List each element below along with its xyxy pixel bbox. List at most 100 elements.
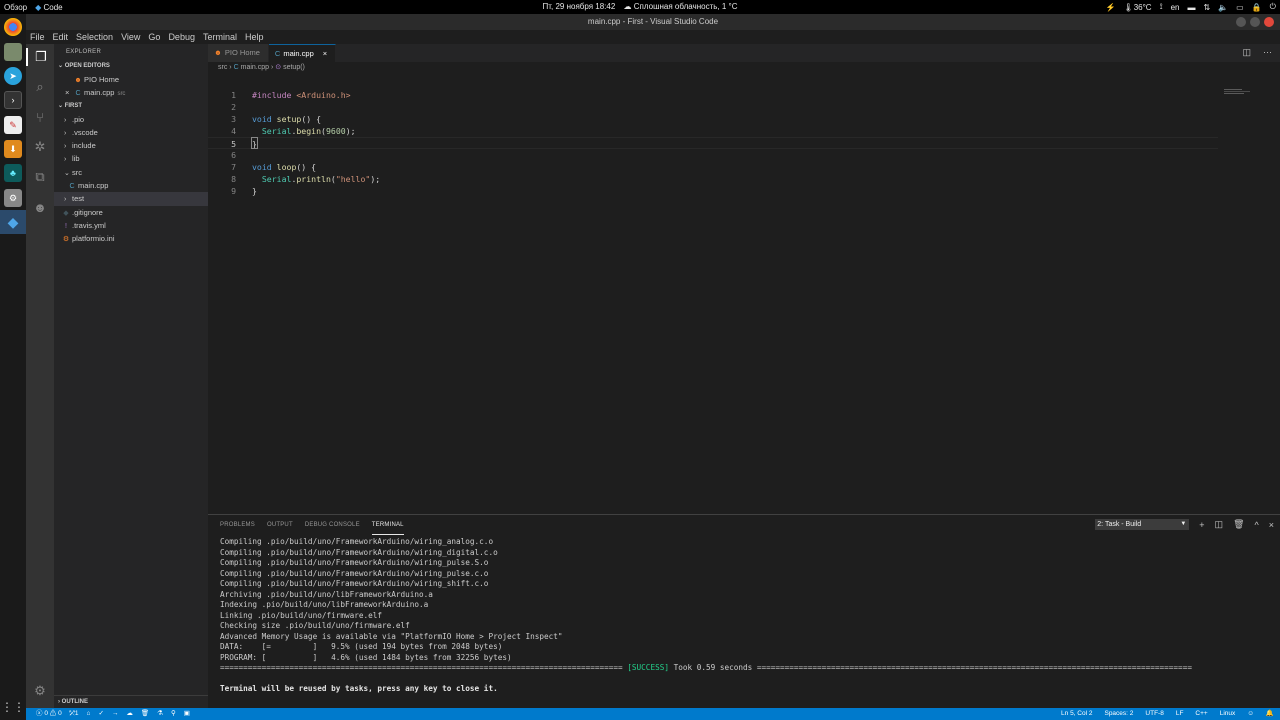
network-icon[interactable]: ⇅ <box>1203 3 1210 12</box>
battery-icon[interactable]: ▭ <box>1236 3 1244 12</box>
telegram-icon[interactable]: ➤ <box>4 67 22 85</box>
trash-icon[interactable]: 🗑 <box>1233 519 1244 530</box>
tree-item-main-cpp[interactable]: Cmain.cpp <box>54 179 208 192</box>
tree-item-vscode[interactable]: › .vscode <box>54 126 208 139</box>
breadcrumb-file[interactable]: main.cpp <box>241 64 269 71</box>
code-line: 7 void loop() { <box>208 161 1218 173</box>
new-terminal-icon[interactable]: + <box>1199 520 1204 530</box>
project-header[interactable]: ⌄ FIRST <box>54 100 208 113</box>
downloads-icon[interactable]: ⬇ <box>4 140 22 158</box>
settings-gear-icon[interactable]: ⚙ <box>31 682 49 700</box>
text-editor-icon[interactable]: ✎ <box>4 116 22 134</box>
bell-icon[interactable]: 🔔 <box>1266 708 1274 720</box>
tab-problems[interactable]: PROBLEMS <box>220 515 255 535</box>
tab-terminal[interactable]: TERMINAL <box>371 515 404 535</box>
code-editor[interactable]: 1 #include <Arduino.h> 2 3 void setup() { … <box>208 89 1218 197</box>
vscode-dock-icon[interactable]: ◆ <box>0 210 26 234</box>
tree-item-src[interactable]: ⌄ src <box>54 166 208 179</box>
terminal-select[interactable]: 2: Task - Build ▼ <box>1095 519 1190 530</box>
keyboard-layout[interactable]: en <box>1171 3 1180 12</box>
pio-remote-icon[interactable]: ☁ <box>126 708 133 720</box>
open-editor-item[interactable]: × Cmain.cpp src <box>54 86 208 99</box>
pio-clean-icon[interactable]: 🗑 <box>141 708 149 720</box>
maximize-panel-icon[interactable]: ^ <box>1255 520 1259 530</box>
menu-edit[interactable]: Edit <box>53 30 69 44</box>
tree-item-label: main.cpp <box>78 181 109 191</box>
app-menu[interactable]: ◆ Code <box>35 3 63 12</box>
tree-item-gitignore[interactable]: ◆ .gitignore <box>54 206 208 219</box>
menu-debug[interactable]: Debug <box>168 30 195 44</box>
minimap[interactable] <box>1224 89 1264 99</box>
power-icon[interactable]: ⏻ <box>1270 2 1276 12</box>
menu-file[interactable]: File <box>30 30 45 44</box>
minimize-button[interactable] <box>1236 17 1246 27</box>
more-actions-icon[interactable]: ··· <box>1263 47 1272 58</box>
weather-text[interactable]: Сплошная облачность, 1 °C <box>634 2 738 11</box>
explorer-icon[interactable]: ❐ <box>26 48 54 66</box>
pio-serial-monitor-icon[interactable]: ⚲ <box>171 708 176 720</box>
lock-icon[interactable]: 🔒 <box>1252 3 1262 12</box>
close-icon[interactable]: × <box>65 86 74 99</box>
software-icon[interactable]: ⚙ <box>4 189 22 207</box>
indentation[interactable]: Spaces: 2 <box>1104 708 1133 720</box>
volume-icon[interactable]: 🔈 <box>1218 3 1228 12</box>
open-editors-header[interactable]: ⌄ OPEN EDITORS <box>54 60 208 73</box>
tab-main-cpp[interactable]: Cmain.cpp × <box>268 44 337 63</box>
line-ending[interactable]: LF <box>1176 708 1184 720</box>
tab-debug-console[interactable]: DEBUG CONSOLE <box>305 515 360 535</box>
menu-help[interactable]: Help <box>245 30 264 44</box>
language-mode[interactable]: C++ <box>1195 708 1207 720</box>
breadcrumb-symbol[interactable]: setup() <box>283 64 305 71</box>
wifi-icon[interactable]: ⟟ <box>1160 2 1163 12</box>
tree-item-lib[interactable]: › lib <box>54 152 208 165</box>
clock[interactable]: Пт, 29 ноября 18:42 <box>542 2 615 11</box>
platform[interactable]: Linux <box>1220 708 1236 720</box>
close-panel-icon[interactable]: × <box>1269 520 1274 530</box>
file-manager-icon[interactable] <box>4 43 22 61</box>
maximize-button[interactable] <box>1250 17 1260 27</box>
temperature-readout[interactable]: 🌡36°C <box>1124 3 1152 12</box>
split-editor-icon[interactable]: ◫ <box>1242 47 1251 58</box>
tray-icon[interactable]: ⚡ <box>1106 3 1116 12</box>
tab-pio-home[interactable]: ☻ PIO Home <box>208 44 269 62</box>
pio-home-icon[interactable]: ⌂ <box>87 708 91 720</box>
chrome-icon[interactable] <box>4 18 22 36</box>
pio-test-icon[interactable]: ⚗ <box>157 708 163 720</box>
outline-header[interactable]: › OUTLINE <box>54 695 208 708</box>
pio-terminal-icon[interactable]: ▣ <box>184 708 190 720</box>
debug-icon[interactable]: ✲ <box>31 138 49 156</box>
cursor-position[interactable]: Ln 5, Col 2 <box>1061 708 1092 720</box>
tree-item-pio[interactable]: › .pio <box>54 113 208 126</box>
pio-upload-icon[interactable]: → <box>112 708 119 720</box>
terminal-output[interactable]: Compiling .pio/build/uno/FrameworkArduin… <box>220 537 1272 695</box>
split-terminal-icon[interactable]: ◫ <box>1215 519 1224 530</box>
extensions-icon[interactable]: ⧉ <box>31 168 49 186</box>
problems-status[interactable]: ⓧ 0 ⚠ 0 <box>36 708 62 720</box>
menu-view[interactable]: View <box>121 30 140 44</box>
search-icon[interactable]: ⌕ <box>31 78 49 96</box>
close-window-button[interactable] <box>1264 17 1274 27</box>
window-list-icon[interactable]: ▬ <box>1187 3 1195 12</box>
menu-terminal[interactable]: Terminal <box>203 30 237 44</box>
activities-button[interactable]: Обзор <box>4 3 27 12</box>
tree-item-test[interactable]: › test <box>54 192 208 206</box>
pio-build-icon[interactable]: ✓ <box>98 708 103 720</box>
encoding[interactable]: UTF-8 <box>1145 708 1163 720</box>
platformio-icon[interactable]: ☻ <box>31 198 49 216</box>
feedback-icon[interactable]: ☺ <box>1247 708 1254 720</box>
close-tab-icon[interactable]: × <box>323 45 327 63</box>
sync-status[interactable]: ⤱1 <box>70 708 79 720</box>
menu-go[interactable]: Go <box>148 30 160 44</box>
tree-item-platformio-ini[interactable]: ⚙ platformio.ini <box>54 232 208 245</box>
breadcrumb-folder[interactable]: src <box>218 64 227 71</box>
tree-item-include[interactable]: › include <box>54 139 208 152</box>
app-icon[interactable]: ♣ <box>4 164 22 182</box>
error-icon: ⓧ <box>36 710 43 717</box>
source-control-icon[interactable]: ⑂ <box>31 108 49 126</box>
tree-item-travis[interactable]: ! .travis.yml <box>54 219 208 232</box>
menu-selection[interactable]: Selection <box>76 30 113 44</box>
show-apps-icon[interactable]: ⋮⋮ <box>1 698 25 716</box>
tab-output[interactable]: OUTPUT <box>267 515 293 535</box>
open-editor-item[interactable]: ☻ PIO Home <box>54 73 208 86</box>
terminal-icon[interactable]: › <box>4 91 22 109</box>
